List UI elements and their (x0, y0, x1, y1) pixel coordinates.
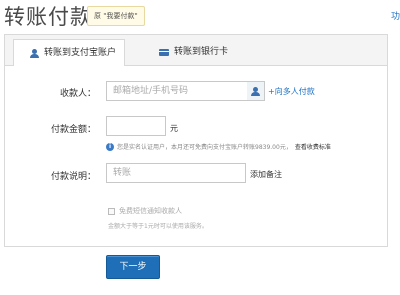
contacts-icon (251, 86, 260, 96)
contacts-button[interactable] (247, 81, 265, 101)
fee-standard-link[interactable]: 查看收费标准 (295, 142, 331, 151)
memo-label: 付款说明： (50, 172, 96, 182)
multi-recipient-link[interactable]: +向多人付款 (268, 86, 315, 97)
amount-info-text: 您是实名认证用户，本月还可免费向支付宝账户转账9839.00元， (117, 144, 292, 151)
sms-note: 金额大于等于1元时可以使用该服务。 (108, 223, 208, 230)
tab-alipay-account-label: 转账到支付宝账户 (44, 48, 117, 58)
tip-badge: 原 "我要付款" (87, 6, 145, 26)
sms-notify-checkbox[interactable] (108, 207, 115, 215)
top-right-link[interactable]: 功 (391, 9, 400, 22)
amount-info: i 您是实名认证用户，本月还可免费向支付宝账户转账9839.00元， 查看收费标… (106, 142, 331, 151)
amount-unit: 元 (170, 124, 178, 133)
memo-input[interactable]: 转账 (106, 163, 246, 183)
amount-label: 付款金额： (50, 125, 96, 135)
bank-card-icon (159, 48, 169, 56)
sms-notify-label: 免费短信通知收款人 (119, 207, 182, 215)
tab-alipay-account[interactable]: 转账到支付宝账户 (13, 39, 125, 66)
next-step-button[interactable]: 下一步 (106, 255, 160, 279)
user-icon (30, 48, 39, 58)
tab-bar: 转账到支付宝账户 转账到银行卡 (5, 35, 387, 66)
add-note-link[interactable]: 添加备注 (250, 169, 282, 180)
transfer-panel: 转账到支付宝账户 转账到银行卡 (4, 34, 388, 247)
tab-bank-card[interactable]: 转账到银行卡 (143, 39, 269, 65)
sms-notify-option[interactable]: 免费短信通知收款人 (108, 206, 182, 216)
page-title: 转账付款 (4, 5, 92, 29)
amount-input[interactable] (106, 116, 166, 136)
recipient-label: 收款人： (59, 89, 96, 99)
recipient-input[interactable]: 邮箱地址/手机号码 (106, 81, 248, 101)
info-icon: i (106, 142, 114, 151)
tab-bank-card-label: 转账到银行卡 (174, 47, 229, 57)
